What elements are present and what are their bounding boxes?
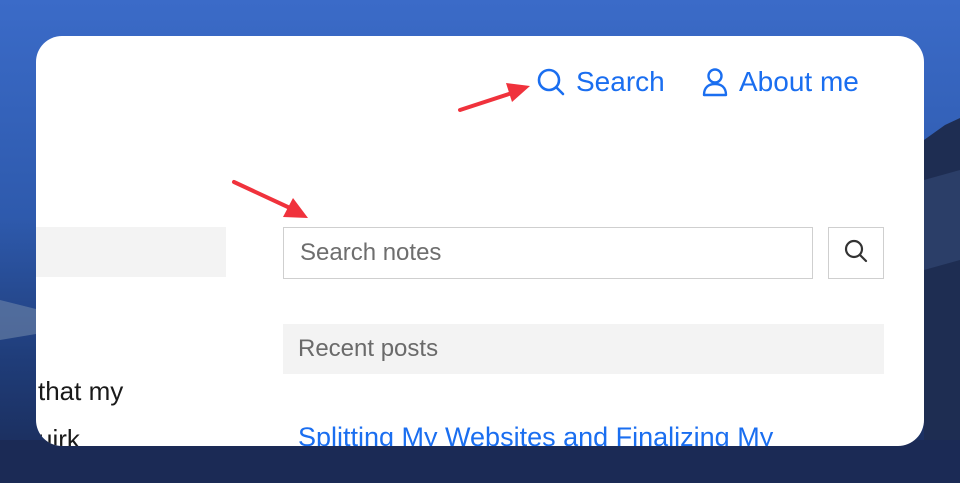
nav-about-link[interactable]: About me — [702, 66, 859, 98]
nav-search-link[interactable]: Search — [536, 66, 665, 98]
nav-about-label: About me — [739, 66, 859, 97]
search-submit-button[interactable] — [828, 227, 884, 279]
recent-posts-label: Recent posts — [298, 335, 439, 362]
left-column-text: uirk — [38, 424, 80, 446]
user-icon — [702, 67, 728, 97]
top-navigation: Search About me — [36, 66, 924, 102]
search-notes-input[interactable] — [283, 227, 813, 279]
left-column-text: that my — [38, 376, 124, 406]
search-icon — [843, 238, 869, 269]
nav-search-label: Search — [576, 66, 665, 97]
search-icon — [536, 67, 566, 97]
left-column-field — [36, 227, 226, 277]
browser-window: Search About me that my uirk Recent post… — [36, 36, 924, 446]
post-link[interactable]: Splitting My Websites and Finalizing My — [298, 422, 773, 446]
recent-posts-heading: Recent posts — [283, 324, 884, 374]
